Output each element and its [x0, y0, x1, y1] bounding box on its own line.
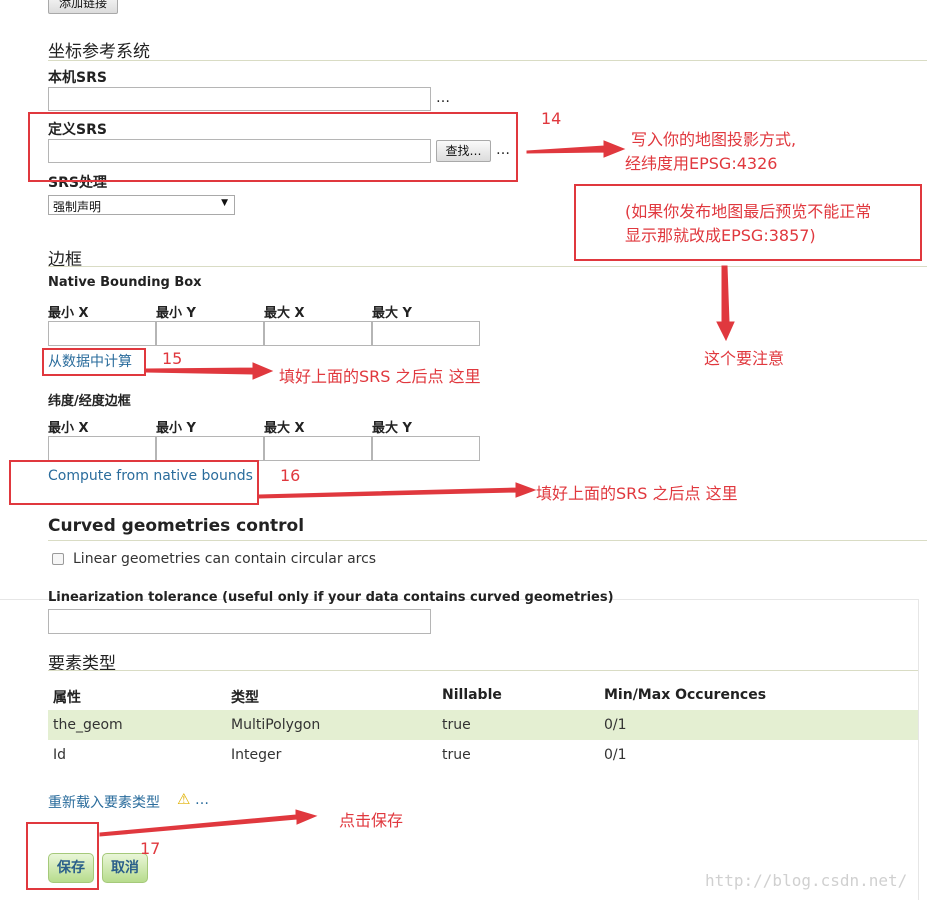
- cell-nillable: true: [442, 717, 471, 733]
- annotation-note-box-line2: 显示那就改成EPSG:3857): [625, 226, 816, 245]
- arrow-17-icon: [99, 809, 318, 837]
- linearization-tolerance-input[interactable]: [48, 609, 431, 634]
- native-min-y-input[interactable]: [156, 321, 264, 346]
- latlon-bbox-label: 纬度/经度边框: [48, 394, 131, 409]
- crs-section-divider: [48, 60, 927, 61]
- annotation-note-14-line2: 经纬度用EPSG:4326: [625, 154, 778, 173]
- annotation-box-17: [26, 822, 99, 890]
- native-srs-more-link[interactable]: …: [436, 90, 450, 106]
- cell-type: Integer: [231, 747, 282, 763]
- table-row: the_geom MultiPolygon true 0/1: [48, 710, 918, 740]
- native-bbox-label: Native Bounding Box: [48, 275, 202, 290]
- add-link-button[interactable]: 添加链接: [48, 0, 118, 14]
- cell-attribute: Id: [53, 747, 67, 763]
- latlon-min-x-label: 最小 X: [48, 421, 89, 436]
- column-header-nillable: Nillable: [442, 687, 502, 703]
- native-srs-label: 本机SRS: [48, 70, 107, 86]
- panel-right-border: [918, 599, 919, 900]
- native-max-y-label: 最大 Y: [372, 306, 412, 321]
- latlon-min-x-input[interactable]: [48, 436, 156, 461]
- annotation-note-box-line1: (如果你发布地图最后预览不能正常: [625, 202, 872, 221]
- annotation-click-save: 点击保存: [339, 811, 404, 830]
- latlon-max-x-input[interactable]: [264, 436, 372, 461]
- annotation-number-16: 16: [280, 466, 301, 485]
- watermark: http://blog.csdn.net/: [705, 871, 908, 890]
- linear-arcs-checkbox[interactable]: [52, 553, 64, 565]
- bbox-section-divider: [48, 266, 927, 267]
- annotation-number-15: 15: [162, 349, 183, 368]
- native-min-x-input[interactable]: [48, 321, 156, 346]
- native-srs-input[interactable]: [48, 87, 431, 111]
- reload-more-link[interactable]: …: [195, 792, 209, 808]
- curved-geometries-title: Curved geometries control: [48, 516, 305, 536]
- annotation-box-15: [42, 348, 146, 376]
- linearization-tolerance-label: Linearization tolerance (useful only if …: [48, 590, 614, 605]
- annotation-note-16: 填好上面的SRS 之后点 这里: [536, 484, 738, 503]
- srs-handling-select[interactable]: 强制声明 ▼: [48, 195, 235, 215]
- arrow-14-icon: [526, 140, 626, 158]
- column-header-min-max: Min/Max Occurences: [604, 687, 767, 703]
- arrow-16-icon: [258, 482, 537, 499]
- annotation-box-16: [9, 460, 259, 505]
- native-max-x-label: 最大 X: [264, 306, 305, 321]
- annotation-attention-text: 这个要注意: [704, 349, 785, 368]
- chevron-down-icon: ▼: [221, 198, 228, 208]
- annotation-note-14-line1: 写入你的地图投影方式,: [631, 130, 797, 149]
- latlon-max-x-label: 最大 X: [264, 421, 305, 436]
- cell-min-max: 0/1: [604, 717, 627, 733]
- native-min-x-label: 最小 X: [48, 306, 89, 321]
- native-max-y-input[interactable]: [372, 321, 480, 346]
- annotation-number-17: 17: [140, 839, 161, 858]
- cell-attribute: the_geom: [53, 717, 123, 733]
- latlon-min-y-label: 最小 Y: [156, 421, 196, 436]
- arrow-down-icon: [716, 265, 735, 342]
- column-header-type: 类型: [231, 690, 259, 706]
- linear-arcs-label: Linear geometries can contain circular a…: [73, 551, 377, 567]
- reload-feature-type-link[interactable]: 重新载入要素类型: [48, 792, 160, 812]
- srs-handling-value: 强制声明: [53, 200, 102, 214]
- latlon-max-y-input[interactable]: [372, 436, 480, 461]
- cell-type: MultiPolygon: [231, 717, 321, 733]
- curved-section-divider: [48, 540, 927, 541]
- annotation-box-14: [28, 112, 518, 182]
- latlon-max-y-label: 最大 Y: [372, 421, 412, 436]
- latlon-min-y-input[interactable]: [156, 436, 264, 461]
- warning-icon: ⚠: [177, 790, 191, 808]
- native-max-x-input[interactable]: [264, 321, 372, 346]
- cell-nillable: true: [442, 747, 471, 763]
- cell-min-max: 0/1: [604, 747, 627, 763]
- table-row: Id Integer true 0/1: [48, 740, 918, 770]
- annotation-number-14: 14: [541, 109, 562, 128]
- crs-section-title: 坐标参考系统: [48, 42, 150, 62]
- annotation-note-15: 填好上面的SRS 之后点 这里: [279, 367, 481, 386]
- column-header-attribute: 属性: [53, 690, 81, 706]
- feature-type-divider: [48, 670, 918, 671]
- native-min-y-label: 最小 Y: [156, 306, 196, 321]
